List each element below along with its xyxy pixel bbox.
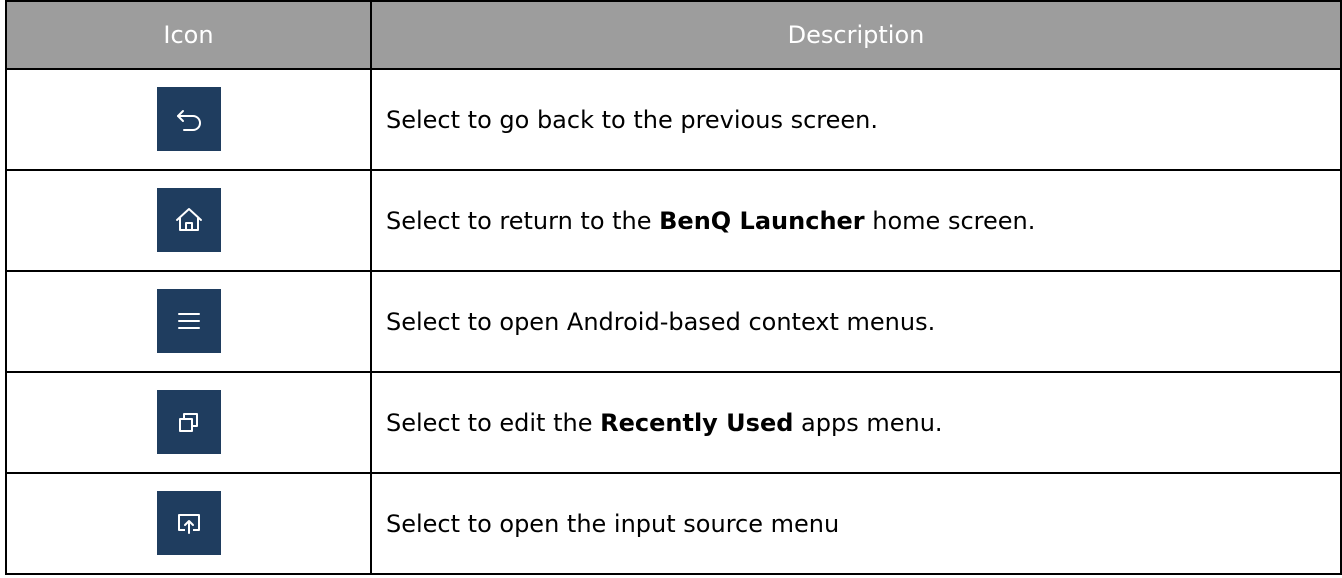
table-row: Select to go back to the previous screen…	[5, 68, 1342, 171]
description-text: Select to go back to the previous screen…	[386, 105, 878, 134]
icon-cell	[5, 68, 372, 171]
description-bold-term: Recently Used	[600, 408, 794, 437]
back-icon[interactable]	[156, 86, 221, 151]
description-column-header: Description	[370, 0, 1342, 70]
input-source-icon[interactable]	[156, 490, 221, 555]
description-cell: Select to edit the Recently Used apps me…	[370, 371, 1342, 474]
recent-apps-icon[interactable]	[156, 389, 221, 454]
icon-cell	[5, 270, 372, 373]
table-header-row: Icon Description	[5, 0, 1342, 70]
table-row: Select to open Android-based context men…	[5, 270, 1342, 373]
table-row: Select to return to the BenQ Launcher ho…	[5, 169, 1342, 272]
description-text-tail: apps menu.	[793, 408, 943, 437]
icon-description-table: Icon Description Select to go back to th…	[5, 0, 1342, 575]
icon-cell	[5, 371, 372, 474]
description-text: Select to return to the	[386, 206, 660, 235]
menu-icon[interactable]	[156, 288, 221, 353]
description-text: Select to edit the	[386, 408, 601, 437]
table-row: Select to open the input source menu	[5, 472, 1342, 575]
description-text-tail: home screen.	[864, 206, 1036, 235]
description-text: Select to open Android-based context men…	[386, 307, 936, 336]
description-bold-term: BenQ Launcher	[659, 206, 865, 235]
table-row: Select to edit the Recently Used apps me…	[5, 371, 1342, 474]
description-cell: Select to go back to the previous screen…	[370, 68, 1342, 171]
icon-cell	[5, 169, 372, 272]
home-icon[interactable]	[156, 187, 221, 252]
description-cell: Select to return to the BenQ Launcher ho…	[370, 169, 1342, 272]
description-cell: Select to open the input source menu	[370, 472, 1342, 575]
description-text: Select to open the input source menu	[386, 509, 840, 538]
description-cell: Select to open Android-based context men…	[370, 270, 1342, 373]
icon-column-header: Icon	[5, 0, 372, 70]
icon-cell	[5, 472, 372, 575]
